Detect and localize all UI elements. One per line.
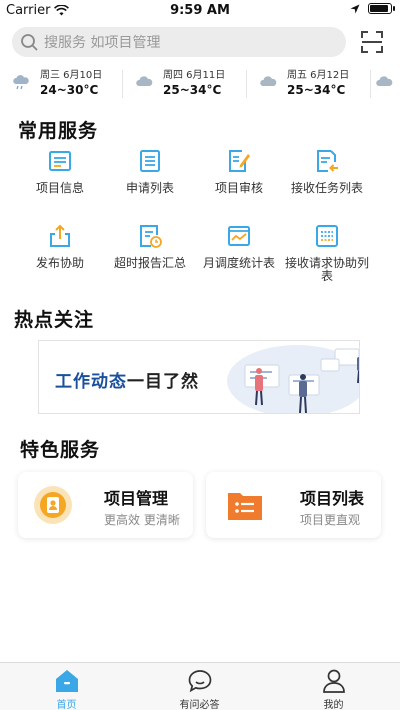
inbox-list-icon <box>316 225 338 247</box>
service-overtime-report[interactable]: 超时报告汇总 <box>100 223 200 270</box>
person-icon <box>323 669 345 693</box>
weather-date: 周三 6月10日 <box>40 70 103 81</box>
section-title-featured-services: 特色服务 <box>20 439 101 461</box>
tab-label: 我的 <box>323 700 344 710</box>
weather-day: 周三 6月10日 24~30°C <box>0 62 123 104</box>
tab-home[interactable]: 首页 <box>0 663 133 710</box>
weather-day: 周四 6月11日 25~34°C <box>123 62 247 104</box>
scan-icon[interactable] <box>361 31 383 53</box>
work-news-banner[interactable]: 工作动态一目了然 <box>38 340 360 414</box>
section-title-hot-topics: 热点关注 <box>14 309 95 331</box>
cloud-rain-icon <box>13 75 29 90</box>
service-label: 申请列表 <box>125 181 174 195</box>
weather-forecast: 周三 6月10日 24~30°C 周四 6月11日 25~34°C 周五 6月1… <box>0 62 400 104</box>
doc-edit-icon <box>229 150 250 172</box>
upload-icon <box>50 224 70 247</box>
feature-card-subtitle: 项目更直观 <box>300 513 361 527</box>
service-project-info[interactable]: 项目信息 <box>10 148 110 195</box>
banner-text: 工作动态一目了然 <box>55 367 199 392</box>
feature-card-title: 项目列表 <box>300 489 365 508</box>
banner-text-accent: 一目了然 <box>127 372 199 392</box>
banner-illustration <box>227 345 359 413</box>
feature-card-subtitle: 更高效 更清晰 <box>104 513 180 527</box>
folder-list-icon <box>228 493 262 520</box>
service-label: 接收任务列表 <box>290 181 363 195</box>
feature-card-title: 项目管理 <box>104 489 169 508</box>
service-publish-assist[interactable]: 发布协助 <box>10 223 110 270</box>
chat-icon <box>188 670 212 693</box>
feature-card-project-list[interactable]: 项目列表 项目更直观 <box>206 472 381 538</box>
battery-icon <box>368 3 395 14</box>
feature-card-project-management[interactable]: 项目管理 更高效 更清晰 <box>18 472 193 538</box>
home-icon <box>56 670 78 692</box>
service-label: 发布协助 <box>35 256 84 270</box>
weather-day-partial <box>371 62 400 104</box>
user-badge-icon <box>34 486 72 524</box>
search-input[interactable]: 搜服务 如项目管理 <box>12 27 346 57</box>
weather-date: 周五 6月12日 <box>287 70 350 81</box>
search-icon <box>21 34 38 51</box>
weather-date: 周四 6月11日 <box>163 70 226 81</box>
search-placeholder: 搜服务 如项目管理 <box>44 35 161 51</box>
weather-temp: 24~30°C <box>40 83 99 97</box>
clock: 9:59 AM <box>170 3 230 18</box>
weather-temp: 25~34°C <box>287 83 346 97</box>
service-received-assist-requests[interactable]: 接收请求协助列表 <box>277 223 377 283</box>
section-title-common-services: 常用服务 <box>18 120 99 142</box>
service-label: 月调度统计表 <box>202 256 275 270</box>
cloud-icon <box>136 76 153 86</box>
tab-label: 有问必答 <box>179 700 220 710</box>
weather-temp: 25~34°C <box>163 83 222 97</box>
service-project-review[interactable]: 项目审核 <box>189 148 289 195</box>
tab-bar: 首页 有问必答 我的 <box>0 662 400 710</box>
location-arrow-icon <box>350 4 360 13</box>
service-label: 项目审核 <box>214 181 263 195</box>
cloud-icon <box>376 76 393 86</box>
tab-qa[interactable]: 有问必答 <box>133 663 266 710</box>
service-monthly-stats[interactable]: 月调度统计表 <box>189 223 289 270</box>
service-label: 接收请求协助列表 <box>284 256 369 283</box>
cloud-icon <box>260 76 277 86</box>
service-application-list[interactable]: 申请列表 <box>100 148 200 195</box>
service-received-tasks[interactable]: 接收任务列表 <box>277 148 377 195</box>
report-clock-icon <box>140 225 162 248</box>
service-label: 超时报告汇总 <box>113 256 186 270</box>
tab-mine[interactable]: 我的 <box>267 663 400 710</box>
doc-list-icon <box>49 151 71 171</box>
banner-text-main: 工作动态 <box>55 372 127 392</box>
service-label: 项目信息 <box>35 181 84 195</box>
status-bar: Carrier 9:59 AM <box>0 0 400 22</box>
weather-day: 周五 6月12日 25~34°C <box>247 62 371 104</box>
list-icon <box>140 150 160 172</box>
task-receive-icon <box>317 150 338 172</box>
tab-label: 首页 <box>56 700 77 710</box>
chart-icon <box>228 226 250 246</box>
